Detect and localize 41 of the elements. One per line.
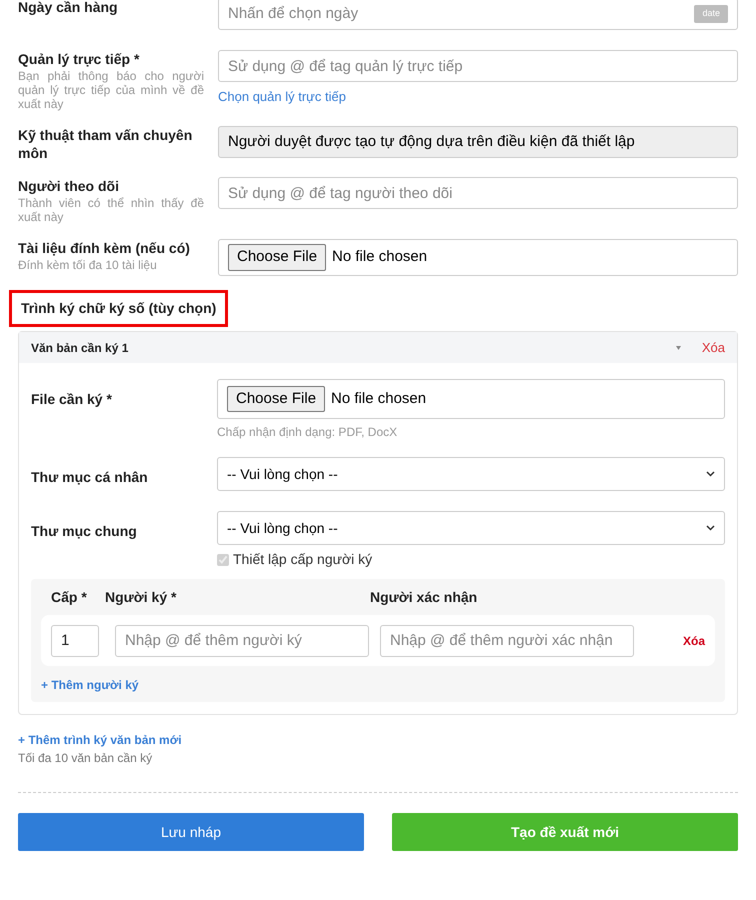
confirmer-field[interactable]: Nhập @ để thêm người xác nhận	[380, 624, 634, 656]
field-hint: Thành viên có thể nhìn thấy đề xuất này	[18, 196, 204, 224]
action-button[interactable]: Tạo đề xuất mới	[392, 813, 738, 851]
date-field[interactable]: Nhấn để chọn ngày date	[218, 0, 738, 30]
file-input[interactable]: Choose File No file chosen	[217, 379, 725, 419]
input-field[interactable]: Sử dụng @ để tag người theo dõi	[218, 177, 738, 209]
field-label: Thư mục cá nhân	[31, 468, 149, 487]
readonly-field: Người duyệt được tạo tự động dựa trên điều kiện đã thiết lập	[218, 126, 738, 158]
card-title: Văn bản cần ký 1	[31, 340, 130, 356]
link[interactable]: Chọn quản lý trực tiếp	[218, 87, 738, 106]
column-header: Cấp *	[50, 588, 88, 607]
field-hint: Bạn phải thông báo cho người quản lý trực tiếp của mình về đề xuất này	[18, 69, 204, 111]
column-header: Người ký *	[105, 588, 178, 607]
delete-link[interactable]: Xóa	[682, 632, 705, 650]
action-button[interactable]: Lưu nháp	[18, 813, 364, 851]
date-badge: date	[694, 5, 728, 23]
field-hint: Đính kèm tối đa 10 tài liệu	[18, 258, 158, 272]
column-header: Người xác nhận	[370, 588, 478, 607]
add-signer-link[interactable]: + Thêm người ký	[41, 676, 139, 694]
field-label: Tài liệu đính kèm (nếu có)	[18, 239, 191, 257]
field-label: Thư mục chung	[31, 522, 138, 541]
signer-field[interactable]: Nhập @ để thêm người ký	[115, 624, 369, 656]
select-field[interactable]: -- Vui lòng chọn --	[217, 511, 725, 545]
section-title: Trình ký chữ ký số (tùy chọn)	[9, 290, 228, 327]
field-label: Ngày cần hàng	[18, 0, 119, 16]
input-field[interactable]: Sử dụng @ để tag quản lý trực tiếp	[218, 50, 738, 82]
field-label: File cần ký *	[31, 390, 113, 409]
level-field[interactable]: 1	[51, 624, 99, 656]
file-input[interactable]: Choose File No file chosen	[218, 239, 738, 276]
note-text: Tối đa 10 văn bản cần ký	[18, 750, 154, 767]
field-hint: Chấp nhận định dạng: PDF, DocX	[217, 424, 398, 441]
caret-icon[interactable]	[676, 346, 681, 350]
add-document-link[interactable]: + Thêm trình ký văn bản mới	[18, 731, 182, 749]
checkbox-label: Thiết lập cấp người ký	[233, 550, 372, 569]
select-field[interactable]: -- Vui lòng chọn --	[217, 457, 725, 491]
field-label: Người theo dõi	[18, 177, 120, 195]
field-label: Quản lý trực tiếp *	[18, 50, 140, 68]
chevron-down-icon	[706, 525, 715, 531]
chevron-down-icon	[706, 471, 715, 477]
field-label: Kỹ thuật tham vấn chuyên môn	[18, 126, 194, 162]
delete-link[interactable]: Xóa	[702, 338, 725, 358]
